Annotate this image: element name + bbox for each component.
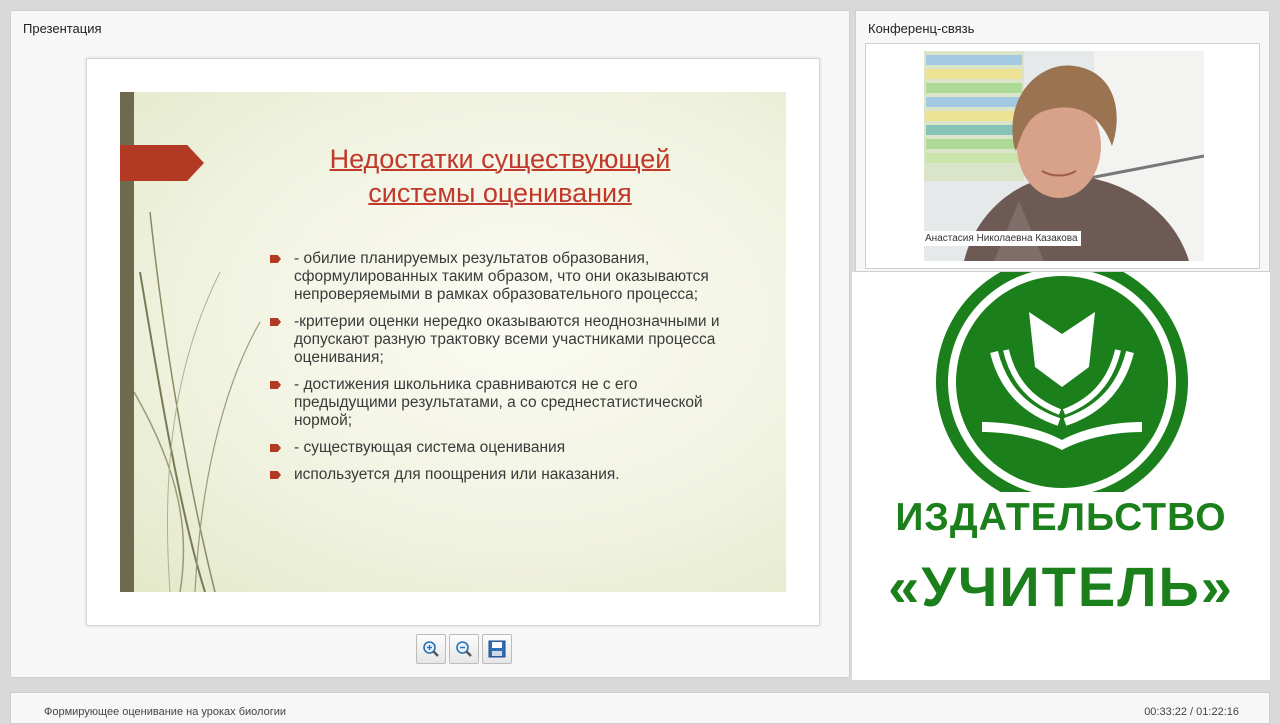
slide-bullet-text: - существующая система оценивания xyxy=(294,439,566,456)
participant-video xyxy=(924,51,1204,261)
publisher-logo-emblem xyxy=(936,272,1188,492)
publisher-logo-area: ИЗДАТЕЛЬСТВО «УЧИТЕЛЬ» xyxy=(852,272,1270,680)
bullet-arrow-icon xyxy=(270,381,281,389)
save-button[interactable] xyxy=(482,634,512,664)
participant-name-label: Анастасия Николаевна Казакова xyxy=(922,231,1081,246)
participant-video-image xyxy=(924,51,1204,261)
slide-bullet: - существующая система оценивания xyxy=(270,439,720,457)
slide-title-arrow xyxy=(120,145,204,181)
footer-bar: Формирующее оценивание на уроках биологи… xyxy=(10,692,1270,724)
conference-panel-title: Конференц-связь xyxy=(868,21,975,36)
playback-time: 00:33:22 / 01:22:16 xyxy=(1144,706,1239,718)
save-icon xyxy=(488,640,506,658)
bullet-arrow-icon xyxy=(270,444,281,452)
video-frame[interactable]: Анастасия Николаевна Казакова xyxy=(865,43,1260,269)
slide-bullet-list: - обилие планируемых результатов образов… xyxy=(270,250,720,493)
publisher-name-line1: ИЗДАТЕЛЬСТВО xyxy=(895,496,1227,539)
slide-bullet-text: - обилие планируемых результатов образов… xyxy=(294,250,709,303)
publisher-name-line2: «УЧИТЕЛЬ» xyxy=(888,555,1234,618)
slide-bullet: - достижения школьника сравниваются не с… xyxy=(270,376,720,430)
slide-bullet-text: -критерии оценки нередко оказываются нео… xyxy=(294,313,720,366)
zoom-out-button[interactable] xyxy=(449,634,479,664)
slide-frame: Недостатки существующей системы оцениван… xyxy=(86,58,820,626)
conference-panel: Конференц-связь Анастасия Николаевна Каз… xyxy=(855,10,1270,272)
slide-bullet: используется для поощрения или наказания… xyxy=(270,466,720,484)
bullet-arrow-icon xyxy=(270,318,281,326)
zoom-in-icon xyxy=(423,641,439,657)
slide-title-line1: Недостатки существующей xyxy=(329,144,671,174)
slide-title-line2: системы оценивания xyxy=(368,178,632,208)
bullet-arrow-icon xyxy=(270,255,281,263)
slide: Недостатки существующей системы оцениван… xyxy=(120,92,786,592)
zoom-out-icon xyxy=(456,641,472,657)
presentation-panel-title: Презентация xyxy=(23,21,102,36)
zoom-in-button[interactable] xyxy=(416,634,446,664)
presentation-panel: Презентация Недостатки существующей сист… xyxy=(10,10,850,678)
slide-bullet: - обилие планируемых результатов образов… xyxy=(270,250,720,304)
slide-bullet-text: используется для поощрения или наказания… xyxy=(294,466,620,483)
slide-bullet: -критерии оценки нередко оказываются нео… xyxy=(270,313,720,367)
bullet-arrow-icon xyxy=(270,471,281,479)
session-title: Формирующее оценивание на уроках биологи… xyxy=(44,706,286,718)
slide-title: Недостатки существующей системы оцениван… xyxy=(280,142,720,210)
slide-bullet-text: - достижения школьника сравниваются не с… xyxy=(294,376,703,429)
